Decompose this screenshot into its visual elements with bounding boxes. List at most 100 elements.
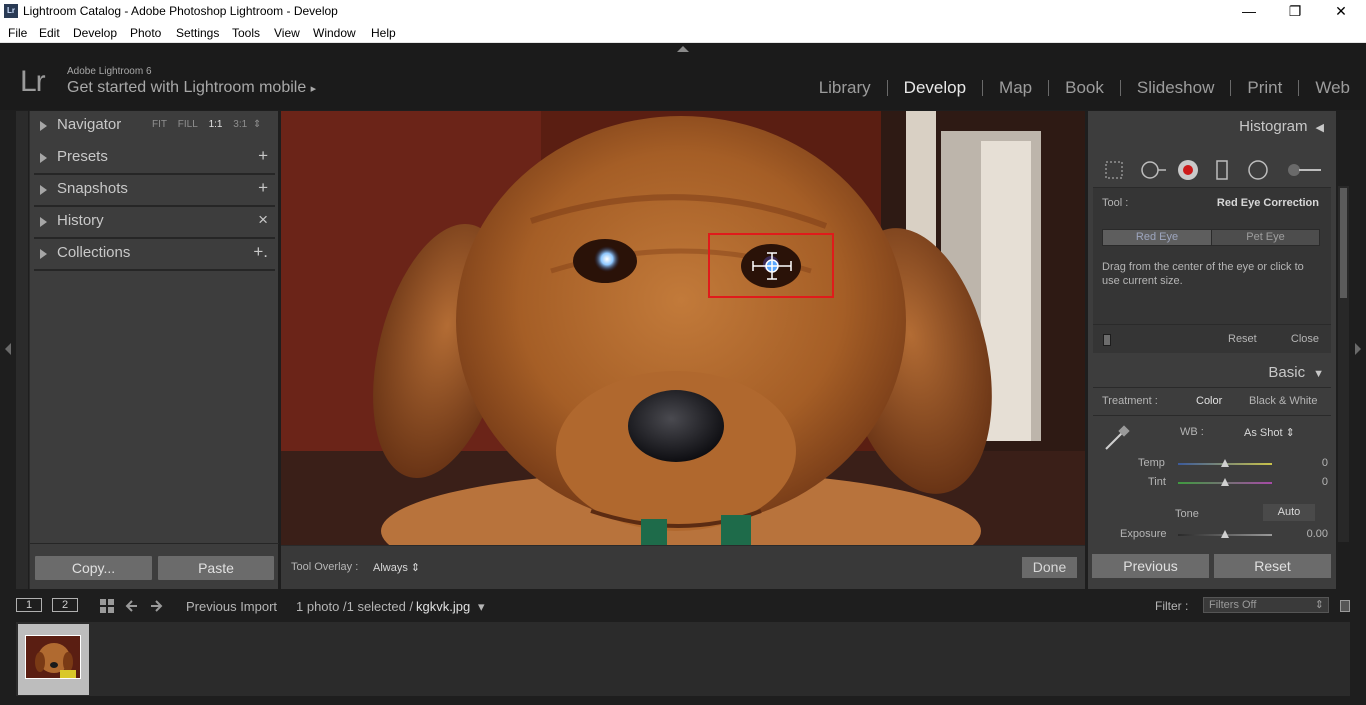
filter-lock-icon[interactable] bbox=[1340, 600, 1350, 612]
red-eye-tool-icon[interactable] bbox=[1177, 159, 1199, 181]
add-preset-icon[interactable]: + bbox=[258, 146, 268, 166]
second-window-button[interactable]: 2 bbox=[52, 598, 78, 612]
temp-value[interactable]: 0 bbox=[1322, 457, 1328, 469]
crop-tool-icon[interactable] bbox=[1103, 159, 1125, 181]
collapse-right-panel-icon[interactable] bbox=[1355, 343, 1361, 355]
slider-knob[interactable] bbox=[1221, 530, 1229, 538]
collections-header[interactable]: Collections +. bbox=[30, 239, 279, 271]
slider-knob[interactable] bbox=[1221, 459, 1229, 467]
paste-settings-button[interactable]: Paste bbox=[158, 556, 274, 580]
temp-slider[interactable] bbox=[1178, 459, 1272, 467]
presets-header[interactable]: Presets + bbox=[30, 143, 279, 175]
tool-toggle-switch[interactable] bbox=[1103, 334, 1111, 346]
menu-file[interactable]: File bbox=[8, 26, 27, 40]
window-title: Lightroom Catalog - Adobe Photoshop Ligh… bbox=[23, 4, 338, 18]
temp-label: Temp bbox=[1138, 457, 1165, 469]
arrow-right-icon[interactable] bbox=[148, 598, 164, 614]
section-divider bbox=[1093, 415, 1331, 416]
navigator-zoom-options: FIT FILL 1:1 3:1 ⇕ bbox=[152, 119, 269, 130]
close-button[interactable]: ✕ bbox=[1318, 0, 1364, 23]
zoom-fit[interactable]: FIT bbox=[152, 119, 167, 130]
menu-develop[interactable]: Develop bbox=[73, 26, 117, 40]
tool-close-button[interactable]: Close bbox=[1291, 333, 1319, 345]
collapse-left-panel-icon[interactable] bbox=[5, 343, 11, 355]
menu-view[interactable]: View bbox=[274, 26, 300, 40]
menu-tools[interactable]: Tools bbox=[232, 26, 260, 40]
module-map[interactable]: Map bbox=[983, 78, 1048, 98]
module-print[interactable]: Print bbox=[1231, 78, 1298, 98]
zoom-fill[interactable]: FILL bbox=[178, 119, 198, 130]
spot-removal-tool-icon[interactable] bbox=[1139, 159, 1167, 181]
module-slideshow[interactable]: Slideshow bbox=[1121, 78, 1231, 98]
red-eye-tool-panel: Tool : Red Eye Correction Red Eye Pet Ey… bbox=[1093, 187, 1331, 353]
exposure-slider[interactable] bbox=[1178, 530, 1272, 538]
minimize-button[interactable]: — bbox=[1226, 0, 1272, 23]
collapse-histogram-icon[interactable]: ◀ bbox=[1316, 122, 1324, 134]
treatment-color-option[interactable]: Color bbox=[1196, 395, 1222, 407]
wb-select[interactable]: As Shot ⇕ bbox=[1244, 426, 1295, 439]
histogram-header[interactable]: Histogram ◀ bbox=[1239, 118, 1324, 135]
identity-plate: Lr Adobe Lightroom 6 Get started with Li… bbox=[0, 43, 1366, 110]
identity-mobile-link[interactable]: Get started with Lightroom mobile ▸ bbox=[67, 79, 316, 97]
menu-settings[interactable]: Settings bbox=[176, 26, 219, 40]
clear-history-icon[interactable]: × bbox=[258, 210, 268, 230]
zoom-arrows-icon[interactable]: ⇕ bbox=[253, 119, 261, 130]
snapshots-header[interactable]: Snapshots + bbox=[30, 175, 279, 207]
module-picker: Library Develop Map Book Slideshow Print… bbox=[803, 78, 1350, 98]
history-header[interactable]: History × bbox=[30, 207, 279, 239]
filename-dropdown-icon[interactable]: ▾ bbox=[478, 599, 485, 615]
add-collection-icon[interactable]: +. bbox=[253, 242, 268, 262]
main-window-button[interactable]: 1 bbox=[16, 598, 42, 612]
expand-basic-icon[interactable]: ▼ bbox=[1313, 368, 1324, 380]
menu-edit[interactable]: Edit bbox=[39, 26, 60, 40]
filter-select[interactable]: Filters Off ⇕ bbox=[1203, 597, 1329, 613]
zoom-1-1[interactable]: 1:1 bbox=[209, 119, 223, 130]
copy-settings-button[interactable]: Copy... bbox=[35, 556, 152, 580]
module-book[interactable]: Book bbox=[1049, 78, 1120, 98]
done-button[interactable]: Done bbox=[1022, 557, 1077, 578]
module-develop[interactable]: Develop bbox=[888, 78, 982, 98]
navigator-header[interactable]: Navigator FIT FILL 1:1 3:1 ⇕ bbox=[30, 111, 279, 143]
basic-header[interactable]: Basic ▼ bbox=[1268, 364, 1324, 381]
collapse-top-panel-icon[interactable] bbox=[677, 46, 689, 52]
tint-value[interactable]: 0 bbox=[1322, 476, 1328, 488]
eyedropper-icon[interactable] bbox=[1100, 421, 1134, 455]
auto-tone-button[interactable]: Auto bbox=[1263, 504, 1315, 521]
scrollbar-thumb[interactable] bbox=[1340, 188, 1347, 298]
tint-slider[interactable] bbox=[1178, 478, 1272, 486]
maximize-button[interactable]: ❐ bbox=[1272, 0, 1318, 23]
histogram-label: Histogram bbox=[1239, 118, 1308, 135]
filmstrip-thumbnail[interactable] bbox=[18, 624, 89, 695]
radial-filter-icon[interactable] bbox=[1247, 159, 1269, 181]
slider-knob[interactable] bbox=[1221, 478, 1229, 486]
reset-button[interactable]: Reset bbox=[1214, 554, 1331, 578]
filename[interactable]: kgkvk.jpg bbox=[416, 599, 470, 614]
lightroom-app-icon: Lr bbox=[4, 4, 18, 18]
tool-reset-button[interactable]: Reset bbox=[1228, 333, 1257, 345]
window-titlebar: Lr Lightroom Catalog - Adobe Photoshop L… bbox=[0, 0, 1366, 23]
menu-window[interactable]: Window bbox=[313, 26, 356, 40]
arrow-left-icon[interactable] bbox=[124, 598, 140, 614]
adjustment-brush-icon[interactable] bbox=[1285, 159, 1323, 181]
module-web[interactable]: Web bbox=[1299, 78, 1350, 98]
add-snapshot-icon[interactable]: + bbox=[258, 178, 268, 198]
tool-overlay-select[interactable]: Always ⇕ bbox=[373, 561, 420, 574]
module-library[interactable]: Library bbox=[803, 78, 887, 98]
menu-help[interactable]: Help bbox=[371, 26, 396, 40]
treatment-bw-option[interactable]: Black & White bbox=[1249, 395, 1317, 407]
right-panel-scrollbar[interactable] bbox=[1338, 186, 1349, 542]
exposure-value[interactable]: 0.00 bbox=[1307, 528, 1328, 540]
photo-canvas[interactable] bbox=[281, 111, 1085, 545]
zoom-3-1[interactable]: 3:1 bbox=[233, 119, 247, 130]
source-label[interactable]: Previous Import bbox=[186, 599, 277, 614]
menu-photo[interactable]: Photo bbox=[130, 26, 161, 40]
pet-eye-option[interactable]: Pet Eye bbox=[1211, 230, 1319, 245]
graduated-filter-icon[interactable] bbox=[1211, 159, 1233, 181]
tool-name: Red Eye Correction bbox=[1216, 197, 1319, 209]
tool-divider bbox=[1093, 324, 1331, 325]
grid-icon[interactable] bbox=[99, 598, 115, 614]
develop-toolbar: Tool Overlay : Always ⇕ Done bbox=[281, 545, 1085, 589]
tool-strip bbox=[1093, 153, 1331, 187]
red-eye-option[interactable]: Red Eye bbox=[1103, 230, 1211, 245]
previous-button[interactable]: Previous bbox=[1092, 554, 1209, 578]
